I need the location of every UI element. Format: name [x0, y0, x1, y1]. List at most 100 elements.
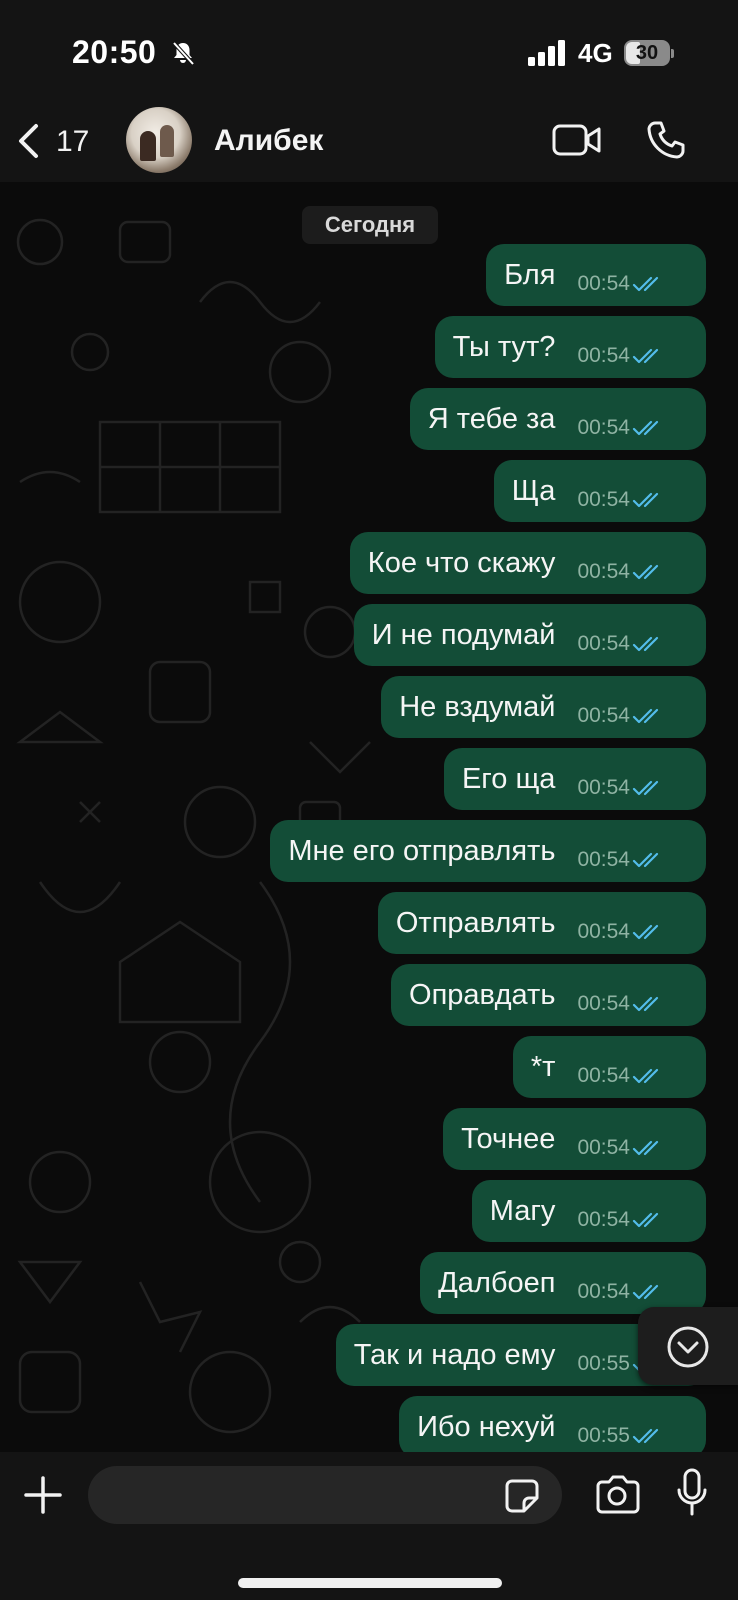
message-bubble[interactable]: И не подумай 00:54	[353, 604, 706, 666]
message-bubble[interactable]: Бля 00:54	[486, 244, 706, 306]
message-time: 00:54	[577, 776, 630, 799]
double-check-icon	[632, 1428, 659, 1444]
double-check-icon	[632, 1284, 659, 1300]
double-check-icon	[632, 996, 659, 1012]
date-separator: Сегодня	[302, 206, 438, 244]
message-bubble[interactable]: Далбоеп 00:54	[420, 1252, 706, 1314]
double-check-icon	[632, 1212, 659, 1228]
message-list: Бля 00:54 Ты тут? 00:54 Я тебе за 00:54 Ща 00:5…	[46, 244, 706, 1452]
message-bubble[interactable]: Не вздумай 00:54	[381, 676, 706, 738]
message-meta: 00:55	[577, 1424, 666, 1448]
message-text: Не вздумай	[399, 690, 556, 723]
message-time: 00:55	[577, 1352, 630, 1375]
message-text: *т	[530, 1050, 556, 1083]
home-indicator	[238, 1578, 502, 1588]
message-meta: 00:54	[577, 560, 666, 584]
message-text: Оправдать	[409, 978, 556, 1011]
message-time: 00:54	[577, 344, 630, 367]
chat-area[interactable]: Сегодня Бля 00:54 Ты тут? 00:54 Я тебе за 00:…	[0, 182, 738, 1452]
message-bubble[interactable]: Оправдать 00:54	[391, 964, 706, 1026]
message-meta: 00:54	[577, 704, 666, 728]
input-bar	[0, 1452, 738, 1600]
phone-call-icon[interactable]	[646, 120, 686, 160]
message-time: 00:54	[577, 992, 630, 1015]
double-check-icon	[632, 1068, 659, 1084]
bell-slash-icon	[172, 41, 195, 66]
message-bubble[interactable]: Мне его отправлять 00:54	[270, 820, 706, 882]
double-check-icon	[632, 276, 659, 292]
message-time: 00:54	[577, 1280, 630, 1303]
network-type: 4G	[578, 38, 613, 68]
message-bubble[interactable]: Кое что скажу 00:54	[349, 532, 706, 594]
message-text: Мне его отправлять	[288, 834, 556, 867]
message-bubble[interactable]: Магу 00:54	[471, 1180, 706, 1242]
sticker-icon[interactable]	[504, 1478, 540, 1514]
message-bubble[interactable]: Ибо нехуй 00:55	[399, 1396, 706, 1452]
message-meta: 00:54	[577, 344, 666, 368]
message-meta: 00:54	[577, 1208, 666, 1232]
double-check-icon	[632, 348, 659, 364]
message-meta: 00:54	[577, 1064, 666, 1088]
message-meta: 00:54	[577, 992, 666, 1016]
plus-icon[interactable]	[22, 1474, 64, 1516]
message-bubble[interactable]: Точнее 00:54	[443, 1108, 706, 1170]
message-bubble[interactable]: Ща 00:54	[493, 460, 706, 522]
message-text: Ибо нехуй	[417, 1410, 556, 1443]
message-meta: 00:54	[577, 272, 666, 296]
double-check-icon	[632, 780, 659, 796]
chevron-left-icon[interactable]	[14, 122, 44, 160]
message-time: 00:54	[577, 488, 630, 511]
message-meta: 00:54	[577, 776, 666, 800]
message-time: 00:54	[577, 1208, 630, 1231]
message-time: 00:55	[577, 1424, 630, 1447]
message-text: Его ща	[461, 762, 556, 795]
message-text: Отправлять	[395, 906, 556, 939]
message-time: 00:54	[577, 560, 630, 583]
message-time: 00:54	[577, 272, 630, 295]
camera-icon[interactable]	[594, 1474, 640, 1516]
chat-header: 17 Алибек	[0, 100, 738, 182]
double-check-icon	[632, 924, 659, 940]
message-text: Так и надо ему	[353, 1338, 556, 1371]
video-call-icon[interactable]	[552, 122, 602, 158]
message-text: Магу	[489, 1194, 556, 1227]
scroll-to-bottom-button[interactable]	[638, 1307, 738, 1385]
message-text: Точнее	[461, 1122, 556, 1155]
double-check-icon	[632, 1140, 659, 1156]
message-time: 00:54	[577, 1136, 630, 1159]
message-meta: 00:54	[577, 920, 666, 944]
status-time: 20:50	[72, 34, 157, 70]
message-bubble[interactable]: Я тебе за 00:54	[409, 388, 706, 450]
message-bubble[interactable]: Отправлять 00:54	[377, 892, 706, 954]
message-text: И не подумай	[371, 618, 556, 651]
message-text: Ты тут?	[452, 330, 556, 363]
double-check-icon	[632, 852, 659, 868]
chevron-down-circle-icon	[667, 1326, 709, 1368]
message-time: 00:54	[577, 416, 630, 439]
message-bubble[interactable]: *т 00:54	[512, 1036, 706, 1098]
message-text: Далбоеп	[438, 1266, 556, 1299]
message-text: Бля	[504, 258, 556, 291]
message-text: Кое что скажу	[367, 546, 556, 579]
message-time: 00:54	[577, 1064, 630, 1087]
message-time: 00:54	[577, 920, 630, 943]
double-check-icon	[632, 708, 659, 724]
message-time: 00:54	[577, 848, 630, 871]
double-check-icon	[632, 492, 659, 508]
contact-name[interactable]: Алибек	[214, 124, 323, 158]
double-check-icon	[632, 420, 659, 436]
message-meta: 00:54	[577, 416, 666, 440]
message-text: Ща	[511, 474, 556, 507]
unread-count[interactable]: 17	[56, 125, 89, 159]
message-bubble[interactable]: Ты тут? 00:54	[434, 316, 706, 378]
message-meta: 00:54	[577, 488, 666, 512]
message-meta: 00:54	[577, 1280, 666, 1304]
double-check-icon	[632, 636, 659, 652]
double-check-icon	[632, 564, 659, 580]
message-input[interactable]	[88, 1466, 562, 1524]
status-bar: 20:50 4G 30	[0, 0, 738, 100]
battery-level: 30	[635, 42, 659, 64]
message-bubble[interactable]: Его ща 00:54	[443, 748, 706, 810]
microphone-icon[interactable]	[676, 1468, 708, 1518]
avatar[interactable]	[126, 107, 192, 173]
